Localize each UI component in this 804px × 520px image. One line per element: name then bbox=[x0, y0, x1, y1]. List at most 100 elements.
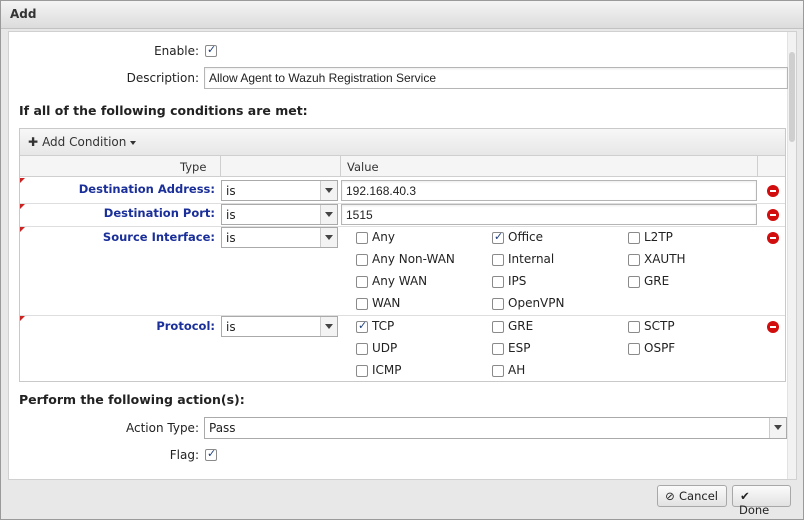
minus-circle-icon[interactable] bbox=[767, 321, 779, 333]
operator-value: is bbox=[226, 184, 236, 198]
option-label-udp: UDP bbox=[372, 341, 398, 355]
option-label-office: Office bbox=[508, 230, 544, 244]
operator-select-source-interface[interactable]: is bbox=[221, 227, 338, 248]
conditions-column-header: Type Value bbox=[20, 156, 785, 177]
condition-label-destination-address: Destination Address: bbox=[78, 182, 215, 196]
option-label-xauth: XAUTH bbox=[644, 252, 686, 266]
action-type-select[interactable]: Pass bbox=[204, 417, 787, 439]
option-label-wan: WAN bbox=[372, 296, 401, 310]
option-label-sctp: SCTP bbox=[644, 319, 675, 333]
cancel-button[interactable]: ⊘ Cancel bbox=[657, 485, 727, 507]
column-divider bbox=[340, 156, 341, 177]
required-marker bbox=[20, 204, 25, 209]
required-marker bbox=[20, 316, 25, 321]
chevron-down-icon bbox=[320, 317, 337, 336]
chevron-down-icon bbox=[320, 205, 337, 224]
conditions-toolbar: ✚ Add Condition bbox=[20, 129, 785, 156]
checkbox-gre-interface[interactable] bbox=[628, 276, 640, 288]
dialog-titlebar[interactable]: Add bbox=[1, 1, 803, 29]
option-label-any-wan: Any WAN bbox=[372, 274, 428, 288]
actions-heading: Perform the following action(s): bbox=[19, 392, 245, 407]
checkbox-any-wan[interactable] bbox=[356, 276, 368, 288]
done-button[interactable]: ✔Done bbox=[732, 485, 791, 517]
checkbox-ips[interactable] bbox=[492, 276, 504, 288]
destination-address-input[interactable] bbox=[341, 180, 757, 201]
action-type-label: Action Type: bbox=[125, 421, 199, 435]
option-label-esp: ESP bbox=[508, 341, 531, 355]
checkbox-xauth[interactable] bbox=[628, 254, 640, 266]
option-label-ah: AH bbox=[508, 363, 526, 377]
destination-port-input[interactable] bbox=[341, 204, 757, 225]
row-divider bbox=[20, 226, 785, 227]
minus-circle-icon[interactable] bbox=[767, 185, 779, 197]
checkbox-icmp[interactable] bbox=[356, 365, 368, 377]
checkbox-tcp[interactable] bbox=[356, 319, 368, 333]
description-input[interactable] bbox=[204, 67, 788, 89]
dropdown-caret-icon bbox=[130, 140, 137, 145]
operator-select-destination-address[interactable]: is bbox=[221, 180, 338, 201]
add-condition-label: Add Condition bbox=[42, 135, 127, 149]
condition-label-source-interface: Source Interface: bbox=[102, 230, 215, 244]
done-label: Done bbox=[739, 503, 770, 517]
dialog-body: Enable: Description: If all of the follo… bbox=[8, 31, 797, 480]
checkbox-wan[interactable] bbox=[356, 298, 368, 310]
checkbox-ah[interactable] bbox=[492, 365, 504, 377]
option-label-l2tp: L2TP bbox=[644, 230, 673, 244]
option-label-openvpn: OpenVPN bbox=[508, 296, 565, 310]
required-marker bbox=[20, 178, 25, 183]
row-divider bbox=[20, 315, 785, 316]
minus-circle-icon[interactable] bbox=[767, 209, 779, 221]
checkbox-udp[interactable] bbox=[356, 343, 368, 355]
chevron-down-icon bbox=[320, 181, 337, 200]
checkbox-any-non-wan[interactable] bbox=[356, 254, 368, 266]
conditions-table: ✚ Add Condition Type Value Destination Ad… bbox=[19, 128, 786, 382]
operator-select-protocol[interactable]: is bbox=[221, 316, 338, 337]
flag-label: Flag: bbox=[169, 448, 199, 462]
operator-select-destination-port[interactable]: is bbox=[221, 204, 338, 225]
enable-checkbox[interactable] bbox=[205, 43, 217, 57]
required-marker bbox=[20, 227, 25, 232]
option-label-gre-interface: GRE bbox=[644, 274, 670, 288]
option-label-any-non-wan: Any Non-WAN bbox=[372, 252, 455, 266]
checkbox-esp[interactable] bbox=[492, 343, 504, 355]
checkmark-icon: ✔ bbox=[740, 489, 750, 503]
flag-checkbox[interactable] bbox=[205, 447, 217, 461]
option-label-icmp: ICMP bbox=[372, 363, 402, 377]
option-label-internal: Internal bbox=[508, 252, 555, 266]
chevron-down-icon bbox=[769, 418, 786, 438]
option-label-any: Any bbox=[372, 230, 395, 244]
add-rule-dialog: Add Enable: Description: If all of the f… bbox=[0, 0, 804, 520]
cancel-circle-icon: ⊘ bbox=[665, 489, 675, 503]
dialog-footer: ⊘ Cancel ✔Done bbox=[1, 480, 803, 519]
checkbox-l2tp[interactable] bbox=[628, 232, 640, 244]
checkbox-sctp[interactable] bbox=[628, 321, 640, 333]
conditions-heading: If all of the following conditions are m… bbox=[19, 103, 308, 118]
enable-label: Enable: bbox=[154, 44, 199, 58]
scrollbar-thumb[interactable] bbox=[789, 52, 795, 142]
operator-value: is bbox=[226, 231, 236, 245]
add-condition-button[interactable]: ✚ Add Condition bbox=[28, 135, 137, 149]
condition-label-protocol: Protocol: bbox=[156, 319, 215, 333]
condition-label-destination-port: Destination Port: bbox=[103, 206, 215, 220]
column-divider bbox=[220, 156, 221, 177]
checkbox-ospf[interactable] bbox=[628, 343, 640, 355]
checkbox-any[interactable] bbox=[356, 232, 368, 244]
description-label: Description: bbox=[126, 71, 199, 85]
minus-circle-icon[interactable] bbox=[767, 232, 779, 244]
cancel-label: Cancel bbox=[679, 489, 718, 503]
option-label-tcp: TCP bbox=[372, 319, 395, 333]
option-label-ospf: OSPF bbox=[644, 341, 676, 355]
column-header-value: Value bbox=[347, 160, 379, 174]
operator-value: is bbox=[226, 208, 236, 222]
chevron-down-icon bbox=[320, 228, 337, 247]
checkbox-gre-protocol[interactable] bbox=[492, 321, 504, 333]
dialog-title: Add bbox=[10, 7, 37, 21]
vertical-scrollbar[interactable] bbox=[787, 32, 796, 479]
column-header-type: Type bbox=[180, 160, 207, 174]
checkbox-internal[interactable] bbox=[492, 254, 504, 266]
option-label-ips: IPS bbox=[508, 274, 527, 288]
checkbox-openvpn[interactable] bbox=[492, 298, 504, 310]
action-type-value: Pass bbox=[209, 421, 236, 435]
checkbox-office[interactable] bbox=[492, 230, 504, 244]
column-divider bbox=[757, 156, 758, 177]
